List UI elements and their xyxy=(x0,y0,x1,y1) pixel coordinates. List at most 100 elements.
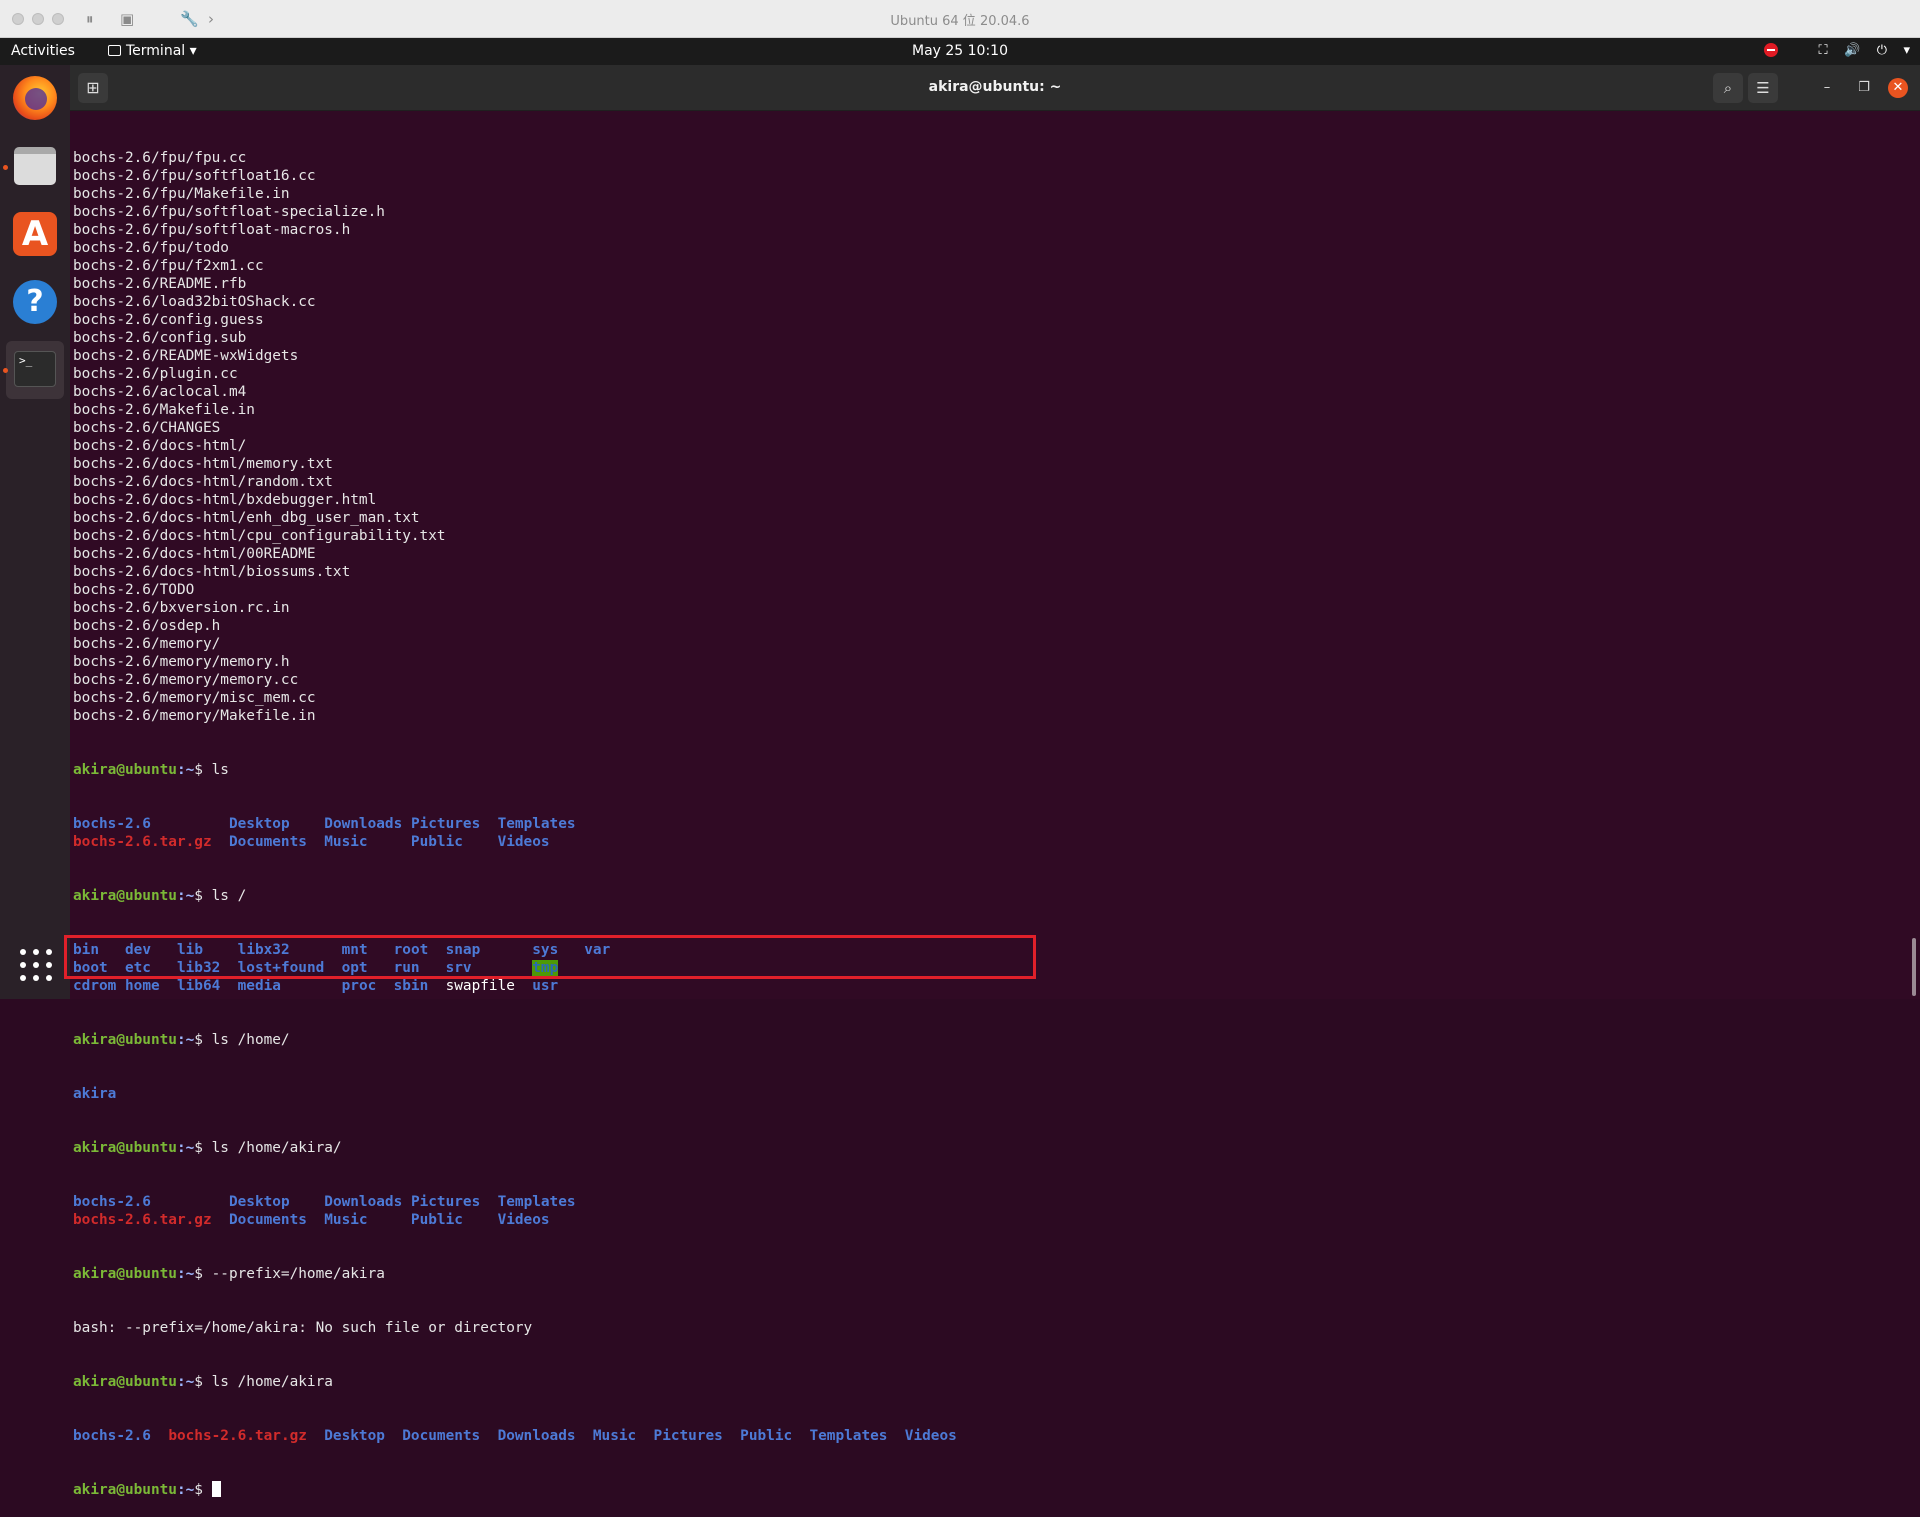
search-button[interactable]: ⌕ xyxy=(1713,73,1743,103)
files-icon xyxy=(14,147,56,185)
prompt-line: akira@ubuntu:~$ ls /home/ xyxy=(73,1032,290,1048)
dir-entry: Desktop xyxy=(228,1194,290,1210)
dir-entry: proc xyxy=(341,978,377,994)
listing-line: bochs-2.6/docs-html/random.txt xyxy=(73,474,333,490)
listing-line: bochs-2.6/memory/memory.h xyxy=(73,654,290,670)
ls-output: bochs-2.6 Desktop Downloads Pictures Tem… xyxy=(73,815,1893,851)
dir-entry: bochs-2.6 xyxy=(73,1194,151,1210)
dock-firefox[interactable] xyxy=(6,69,64,127)
hamburger-icon: ☰ xyxy=(1756,79,1770,97)
menu-button[interactable]: ☰ xyxy=(1748,73,1778,103)
maximize-button[interactable]: ❐ xyxy=(1854,78,1874,98)
dir-entry: Public xyxy=(410,834,463,850)
listing-line: bochs-2.6/config.sub xyxy=(73,330,247,346)
close-icon: ✕ xyxy=(1892,80,1904,95)
network-icon[interactable]: ⛶ xyxy=(1819,43,1828,58)
ls-row: bochs-2.6 Desktop Downloads Pictures Tem… xyxy=(73,815,1893,833)
minimize-button[interactable]: – xyxy=(1817,78,1837,98)
dir-entry: Music xyxy=(324,1212,368,1228)
dir-entry: Desktop xyxy=(228,816,290,832)
software-icon: A xyxy=(13,212,57,256)
ls-row: bochs-2.6.tar.gz Documents Music Public … xyxy=(73,1211,1893,1229)
highlight-box xyxy=(64,935,1036,979)
prompt-line: akira@ubuntu:~$ --prefix=/home/akira xyxy=(73,1266,385,1282)
listing-line: bochs-2.6/plugin.cc xyxy=(73,366,238,382)
text-cursor xyxy=(211,1481,221,1497)
listing-line: bochs-2.6/fpu/todo xyxy=(73,240,229,256)
chevron-down-icon[interactable]: ▾ xyxy=(1903,43,1910,58)
system-tray[interactable]: ⛶ 🔊 ⏻ ▾ xyxy=(1764,42,1910,62)
dir-entry: sbin xyxy=(393,978,429,994)
dir-entry: bochs-2.6.tar.gz xyxy=(168,1428,307,1444)
dir-entry: Pictures xyxy=(653,1428,723,1444)
dir-entry: Templates xyxy=(497,816,576,832)
dir-entry: Music xyxy=(592,1428,637,1444)
listing-line: bochs-2.6/docs-html/cpu_configurability.… xyxy=(73,528,446,544)
listing-line: bochs-2.6/docs-html/bxdebugger.html xyxy=(73,492,377,508)
listing-line: bochs-2.6/osdep.h xyxy=(73,618,221,634)
listing-line: bochs-2.6/fpu/fpu.cc xyxy=(73,150,247,166)
listing-line: bochs-2.6/memory/Makefile.in xyxy=(73,708,316,724)
dock-help[interactable]: ? xyxy=(6,273,64,331)
tar-listing: bochs-2.6/fpu/fpu.cc bochs-2.6/fpu/softfl… xyxy=(73,149,1893,725)
dir-entry: Pictures xyxy=(410,1194,481,1210)
help-icon: ? xyxy=(13,280,57,324)
dir-entry: Desktop xyxy=(324,1428,385,1444)
dir-entry: Public xyxy=(410,1212,463,1228)
window-title: akira@ubuntu: ~ xyxy=(928,79,1062,95)
show-applications-icon[interactable] xyxy=(20,949,52,981)
running-indicator xyxy=(3,165,8,170)
ls-output-row: bochs-2.6 bochs-2.6.tar.gz Desktop Docum… xyxy=(73,1427,1893,1445)
dir-entry: Templates xyxy=(497,1194,576,1210)
do-not-disturb-icon[interactable] xyxy=(1764,43,1779,57)
firefox-icon xyxy=(13,76,57,120)
listing-line: bochs-2.6/docs-html/00README xyxy=(73,546,316,562)
dir-entry: Templates xyxy=(809,1428,888,1444)
dir-entry: Downloads xyxy=(324,1194,403,1210)
dock-terminal[interactable]: >_ xyxy=(6,341,64,399)
host-window-title: Ubuntu 64 位 20.04.6 xyxy=(890,14,1030,29)
prompt-line: akira@ubuntu:~$ ls /home/akira xyxy=(73,1374,333,1390)
dir-entry: usr xyxy=(532,978,559,994)
dir-entry: swapfile xyxy=(445,978,515,994)
listing-line: bochs-2.6/memory/misc_mem.cc xyxy=(73,690,316,706)
ls-output: bochs-2.6 Desktop Downloads Pictures Tem… xyxy=(73,1193,1893,1229)
listing-line: bochs-2.6/load32bitOShack.cc xyxy=(73,294,316,310)
power-icon[interactable]: ⏻ xyxy=(1877,43,1887,58)
dir-entry: Downloads xyxy=(324,816,403,832)
scrollbar[interactable] xyxy=(1912,938,1916,996)
prompt-line: akira@ubuntu:~$ ls / xyxy=(73,888,247,904)
listing-line: bochs-2.6/CHANGES xyxy=(73,420,221,436)
close-button[interactable]: ✕ xyxy=(1888,78,1908,98)
dir-entry: lib64 xyxy=(176,978,221,994)
listing-line: bochs-2.6/README.rfb xyxy=(73,276,247,292)
volume-icon[interactable]: 🔊 xyxy=(1844,43,1860,58)
listing-line: bochs-2.6/README-wxWidgets xyxy=(73,348,299,364)
ls-row: bochs-2.6 Desktop Downloads Pictures Tem… xyxy=(73,1193,1893,1211)
dir-entry: Videos xyxy=(497,834,550,850)
dir-entry: media xyxy=(237,978,281,994)
listing-line: bochs-2.6/docs-html/ xyxy=(73,438,247,454)
clock[interactable]: May 25 10:10 xyxy=(0,43,1920,59)
ls-row: cdrom home lib64 media proc sbin swapfil… xyxy=(73,977,1893,995)
listing-line: bochs-2.6/fpu/softfloat-macros.h xyxy=(73,222,351,238)
listing-line: bochs-2.6/TODO xyxy=(73,582,195,598)
prompt-line: akira@ubuntu:~$ ls /home/akira/ xyxy=(73,1140,342,1156)
dir-entry: Downloads xyxy=(497,1428,576,1444)
listing-line: bochs-2.6/fpu/softfloat-specialize.h xyxy=(73,204,385,220)
listing-line: bochs-2.6/config.guess xyxy=(73,312,264,328)
dock: A ? >_ xyxy=(0,65,70,999)
dock-software[interactable]: A xyxy=(6,205,64,263)
dir-entry: Documents xyxy=(228,834,307,850)
dir-entry: bochs-2.6 xyxy=(73,1428,151,1444)
prompt-line: akira@ubuntu:~$ ls xyxy=(73,762,229,778)
error-line: bash: --prefix=/home/akira: No such file… xyxy=(73,1320,533,1336)
listing-line: bochs-2.6/aclocal.m4 xyxy=(73,384,247,400)
terminal-output[interactable]: bochs-2.6/fpu/fpu.cc bochs-2.6/fpu/softfl… xyxy=(73,113,1893,1517)
active-prompt-line[interactable]: akira@ubuntu:~$ xyxy=(73,1481,1893,1499)
dir-entry: Music xyxy=(324,834,368,850)
dock-files[interactable] xyxy=(6,137,64,195)
dir-entry: Pictures xyxy=(410,816,481,832)
terminal-icon: >_ xyxy=(14,351,56,387)
host-title-bar: ⏸ ▣ 🔧 › Ubuntu 64 位 20.04.6 xyxy=(0,0,1920,38)
